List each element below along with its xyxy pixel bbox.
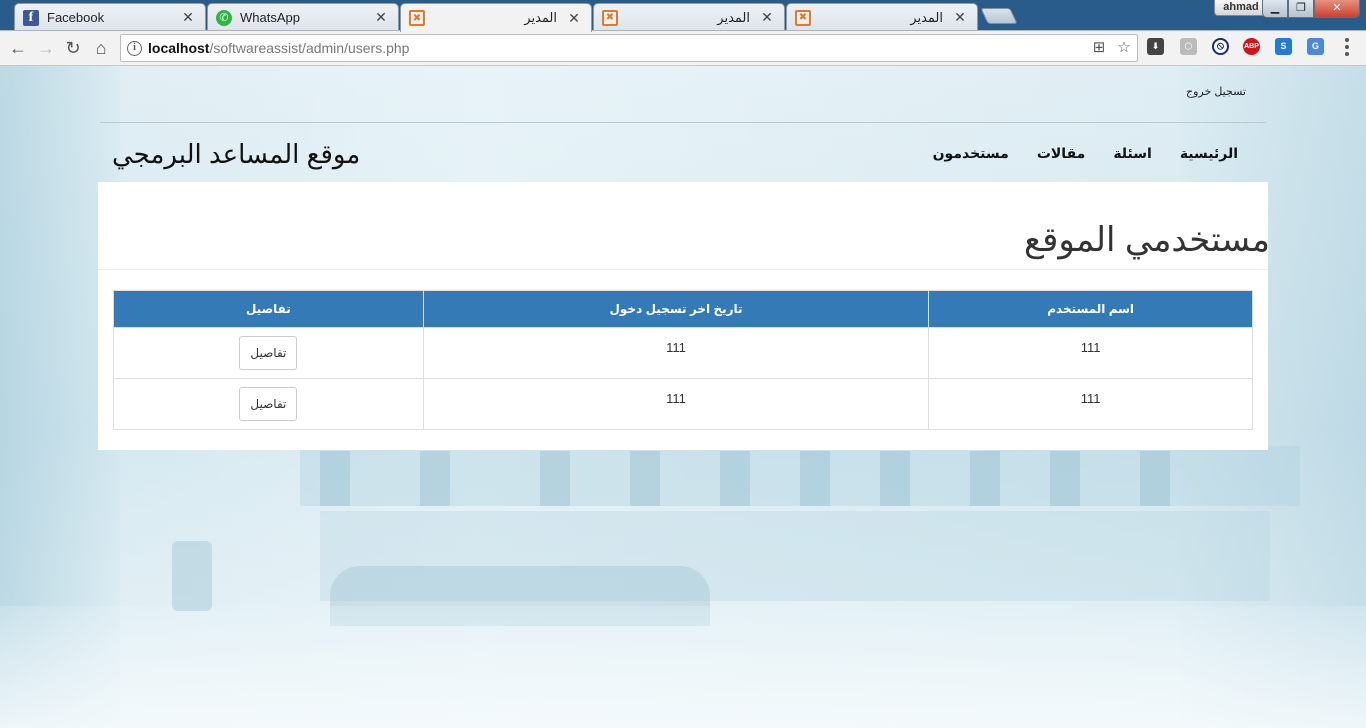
page-title: مستخدمي الموقع [1024, 221, 1270, 259]
tab-admin-active[interactable]: ✖ المدير ✕ [400, 3, 592, 32]
address-bar[interactable]: i localhost/softwareassist/admin/users.p… [120, 34, 1138, 62]
xampp-icon: ✖ [409, 10, 425, 26]
tab-facebook[interactable]: f Facebook ✕ [14, 3, 206, 31]
window-controls: ▁ ❐ ✕ [1262, 0, 1360, 18]
cell-username: 111 [928, 378, 1253, 430]
logout-link[interactable]: تسجيل خروج [1186, 85, 1246, 98]
close-tab-icon[interactable]: ✕ [567, 10, 581, 27]
url-text[interactable]: localhost/softwareassist/admin/users.php [148, 40, 409, 56]
table-row: 111 111 تفاصيل [113, 378, 1253, 430]
table-header-row: اسم المستخدم تاريخ اخر تسجيل دخول تفاصيل [113, 290, 1253, 328]
close-tab-icon[interactable]: ✕ [953, 9, 967, 26]
google-translate-icon[interactable]: G [1307, 38, 1324, 55]
users-table: اسم المستخدم تاريخ اخر تسجيل دخول تفاصيل… [113, 290, 1253, 430]
close-window-button[interactable]: ✕ [1314, 0, 1360, 18]
xampp-icon: ✖ [795, 9, 811, 26]
cell-last-login: 111 [422, 327, 930, 379]
forward-button[interactable]: → [35, 37, 57, 59]
close-tab-icon[interactable]: ✕ [181, 9, 195, 26]
tab-admin[interactable]: ✖ المدير ✕ [593, 3, 785, 31]
block-extension-icon[interactable]: ⦸ [1212, 38, 1229, 55]
close-tab-icon[interactable]: ✕ [374, 9, 388, 26]
close-tab-icon[interactable]: ✕ [760, 9, 774, 26]
details-button[interactable]: تفاصيل [239, 387, 298, 421]
column-header-details: تفاصيل [113, 290, 424, 328]
nav-articles[interactable]: مقالات [1037, 145, 1086, 162]
facebook-icon: f [23, 9, 39, 26]
tab-title: المدير [910, 9, 943, 25]
browser-menu-icon[interactable] [1343, 37, 1351, 57]
back-button[interactable]: ← [7, 37, 29, 59]
cell-details: تفاصيل [113, 378, 424, 430]
translate-icon[interactable]: ⊞ [1091, 40, 1107, 56]
tab-whatsapp[interactable]: ✆ WhatsApp ✕ [207, 3, 399, 31]
column-header-username: اسم المستخدم [928, 290, 1253, 328]
browser-tabstrip: f Facebook ✕ ✆ WhatsApp ✕ ✖ المدير ✕ ✖ ا… [0, 0, 1366, 32]
nav-home[interactable]: الرئيسية [1180, 145, 1238, 162]
skype-extension-icon[interactable]: S [1275, 38, 1292, 55]
cell-username: 111 [928, 327, 1253, 379]
adblock-plus-icon[interactable]: ABP [1243, 38, 1260, 55]
title-divider [98, 269, 1268, 270]
main-nav: الرئيسية اسئلة مقالات مستخدمون [933, 145, 1238, 162]
header-divider [100, 122, 1266, 123]
content-panel: مستخدمي الموقع اسم المستخدم تاريخ اخر تس… [98, 182, 1270, 450]
info-icon[interactable]: i [127, 41, 142, 56]
whatsapp-icon: ✆ [216, 9, 232, 26]
xampp-icon: ✖ [602, 9, 618, 26]
nav-users[interactable]: مستخدمون [933, 145, 1009, 162]
cell-details: تفاصيل [113, 327, 424, 379]
column-header-last-login: تاريخ اخر تسجيل دخول [422, 290, 930, 328]
table-row: 111 111 تفاصيل [113, 327, 1253, 379]
reload-button[interactable]: ↻ [62, 37, 84, 59]
download-extension-icon[interactable]: ⬇ [1147, 38, 1164, 55]
tab-admin[interactable]: ✖ المدير ✕ [786, 3, 978, 31]
site-title[interactable]: موقع المساعد البرمجي [112, 139, 360, 170]
tab-title: المدير [524, 10, 557, 25]
shield-extension-icon[interactable]: ⬡ [1180, 38, 1197, 55]
home-button[interactable]: ⌂ [90, 37, 112, 59]
minimize-button[interactable]: ▁ [1262, 0, 1288, 18]
tab-title: Facebook [47, 10, 105, 25]
new-tab-button[interactable] [980, 8, 1018, 24]
maximize-button[interactable]: ❐ [1288, 0, 1314, 18]
tab-title: المدير [717, 9, 750, 25]
nav-questions[interactable]: اسئلة [1113, 145, 1152, 162]
profile-button[interactable]: ahmad [1214, 0, 1268, 16]
cell-last-login: 111 [422, 378, 930, 430]
bookmark-star-icon[interactable]: ☆ [1116, 40, 1132, 56]
tab-title: WhatsApp [240, 10, 300, 25]
details-button[interactable]: تفاصيل [239, 336, 298, 370]
